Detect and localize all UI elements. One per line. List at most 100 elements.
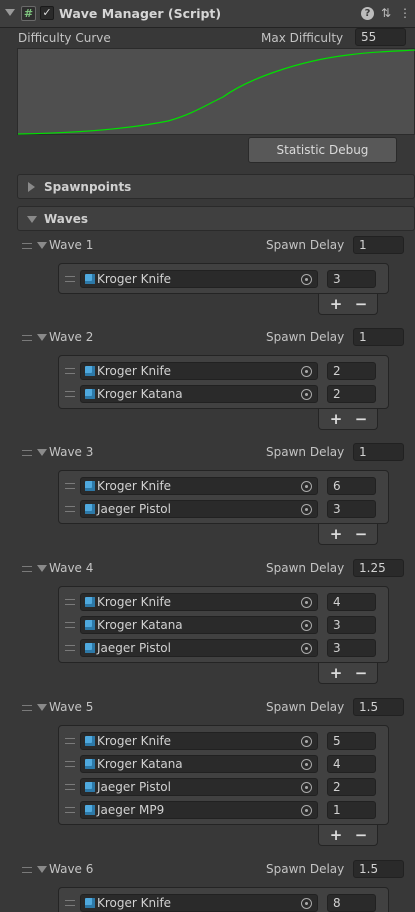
expanded-arrow-icon[interactable] xyxy=(37,704,47,711)
remove-entry-button[interactable]: − xyxy=(351,409,371,429)
enemy-count-field[interactable]: 3 xyxy=(327,639,376,657)
add-entry-button[interactable]: + xyxy=(326,524,346,544)
enemy-prefab-field[interactable]: Kroger Knife xyxy=(80,477,318,495)
drag-handle-icon[interactable] xyxy=(22,867,32,873)
presets-icon[interactable]: ⇅ xyxy=(379,6,393,20)
enemy-prefab-field[interactable]: Jaeger Pistol xyxy=(80,500,318,518)
drag-handle-icon[interactable] xyxy=(65,738,75,744)
object-picker-icon[interactable] xyxy=(301,504,312,515)
expanded-arrow-icon[interactable] xyxy=(37,565,47,572)
enemy-prefab-field[interactable]: Kroger Knife xyxy=(80,270,318,288)
enemy-prefab-field[interactable]: Kroger Katana xyxy=(80,755,318,773)
object-picker-icon[interactable] xyxy=(301,782,312,793)
remove-entry-button[interactable]: − xyxy=(351,663,371,683)
drag-handle-icon[interactable] xyxy=(65,622,75,628)
waves-foldout[interactable]: Waves xyxy=(17,206,415,231)
max-difficulty-field[interactable]: 55 xyxy=(355,28,406,46)
enemy-count-field[interactable]: 5 xyxy=(327,732,376,750)
expanded-arrow-icon[interactable] xyxy=(37,866,47,873)
drag-handle-icon[interactable] xyxy=(65,483,75,489)
enemy-prefab-field[interactable]: Kroger Katana xyxy=(80,616,318,634)
enemy-count-field[interactable]: 3 xyxy=(327,500,376,518)
spawn-delay-field[interactable]: 1.5 xyxy=(353,698,404,716)
drag-handle-icon[interactable] xyxy=(65,391,75,397)
wave-item: Wave 4 Spawn Delay 1.25 xyxy=(0,559,415,577)
object-picker-icon[interactable] xyxy=(301,805,312,816)
enemy-prefab-field[interactable]: Kroger Knife xyxy=(80,593,318,611)
drag-handle-icon[interactable] xyxy=(65,900,75,906)
spawn-delay-field[interactable]: 1 xyxy=(353,328,404,346)
spawn-delay-label: Spawn Delay xyxy=(266,238,345,252)
drag-handle-icon[interactable] xyxy=(65,645,75,651)
drag-handle-icon[interactable] xyxy=(65,506,75,512)
enemy-prefab-field[interactable]: Kroger Katana xyxy=(80,385,318,403)
drag-handle-icon[interactable] xyxy=(22,705,32,711)
object-picker-icon[interactable] xyxy=(301,643,312,654)
drag-handle-icon[interactable] xyxy=(65,276,75,282)
enemy-prefab-field[interactable]: Jaeger Pistol xyxy=(80,778,318,796)
object-picker-icon[interactable] xyxy=(301,620,312,631)
spawn-delay-label: Spawn Delay xyxy=(266,862,345,876)
object-picker-icon[interactable] xyxy=(301,389,312,400)
component-enabled-checkbox[interactable]: ✓ xyxy=(40,6,54,20)
drag-handle-icon[interactable] xyxy=(22,335,32,341)
enemy-count-field[interactable]: 1 xyxy=(327,801,376,819)
spawnpoints-foldout[interactable]: Spawnpoints xyxy=(17,174,415,199)
remove-entry-button[interactable]: − xyxy=(351,825,371,845)
drag-handle-icon[interactable] xyxy=(65,368,75,374)
enemy-prefab-field[interactable]: Jaeger MP9 xyxy=(80,801,318,819)
enemy-name: Jaeger MP9 xyxy=(97,803,165,817)
expanded-arrow-icon[interactable] xyxy=(37,242,47,249)
object-picker-icon[interactable] xyxy=(301,481,312,492)
expanded-arrow-icon xyxy=(27,216,37,223)
enemy-count-field[interactable]: 3 xyxy=(327,270,376,288)
help-icon[interactable]: ? xyxy=(361,7,374,20)
statistic-debug-button[interactable]: Statistic Debug xyxy=(248,137,397,163)
remove-entry-button[interactable]: − xyxy=(351,294,371,314)
object-picker-icon[interactable] xyxy=(301,597,312,608)
difficulty-curve-field[interactable] xyxy=(17,48,415,135)
remove-entry-button[interactable]: − xyxy=(351,524,371,544)
object-picker-icon[interactable] xyxy=(301,898,312,909)
enemy-prefab-field[interactable]: Jaeger Pistol xyxy=(80,639,318,657)
enemy-count-field[interactable]: 6 xyxy=(327,477,376,495)
enemy-count-field[interactable]: 3 xyxy=(327,616,376,634)
prefab-icon xyxy=(85,504,95,514)
enemy-count-field[interactable]: 2 xyxy=(327,385,376,403)
drag-handle-icon[interactable] xyxy=(22,566,32,572)
prefab-icon xyxy=(85,643,95,653)
enemy-prefab-field[interactable]: Kroger Knife xyxy=(80,362,318,380)
enemy-count-field[interactable]: 2 xyxy=(327,778,376,796)
drag-handle-icon[interactable] xyxy=(22,450,32,456)
spawn-delay-field[interactable]: 1.25 xyxy=(353,559,404,577)
enemy-count-field[interactable]: 2 xyxy=(327,362,376,380)
add-entry-button[interactable]: + xyxy=(326,409,346,429)
enemy-prefab-field[interactable]: Kroger Knife xyxy=(80,732,318,750)
spawn-delay-field[interactable]: 1.5 xyxy=(353,860,404,878)
component-foldout-arrow[interactable] xyxy=(5,9,15,16)
add-entry-button[interactable]: + xyxy=(326,663,346,683)
enemy-name: Kroger Knife xyxy=(97,595,172,609)
enemy-name: Jaeger Pistol xyxy=(97,502,171,516)
script-icon: # xyxy=(21,6,36,21)
object-picker-icon[interactable] xyxy=(301,366,312,377)
spawn-delay-field[interactable]: 1 xyxy=(353,236,404,254)
add-entry-button[interactable]: + xyxy=(326,825,346,845)
expanded-arrow-icon[interactable] xyxy=(37,449,47,456)
drag-handle-icon[interactable] xyxy=(65,599,75,605)
drag-handle-icon[interactable] xyxy=(65,807,75,813)
object-picker-icon[interactable] xyxy=(301,736,312,747)
add-entry-button[interactable]: + xyxy=(326,294,346,314)
enemy-prefab-field[interactable]: Kroger Knife xyxy=(80,894,318,912)
object-picker-icon[interactable] xyxy=(301,759,312,770)
object-picker-icon[interactable] xyxy=(301,274,312,285)
enemy-count-field[interactable]: 4 xyxy=(327,755,376,773)
enemy-count-field[interactable]: 4 xyxy=(327,593,376,611)
drag-handle-icon[interactable] xyxy=(65,784,75,790)
drag-handle-icon[interactable] xyxy=(22,243,32,249)
drag-handle-icon[interactable] xyxy=(65,761,75,767)
expanded-arrow-icon[interactable] xyxy=(37,334,47,341)
enemy-count-field[interactable]: 8 xyxy=(327,894,376,912)
spawn-delay-field[interactable]: 1 xyxy=(353,443,404,461)
menu-icon[interactable]: ⋮ xyxy=(398,6,412,20)
